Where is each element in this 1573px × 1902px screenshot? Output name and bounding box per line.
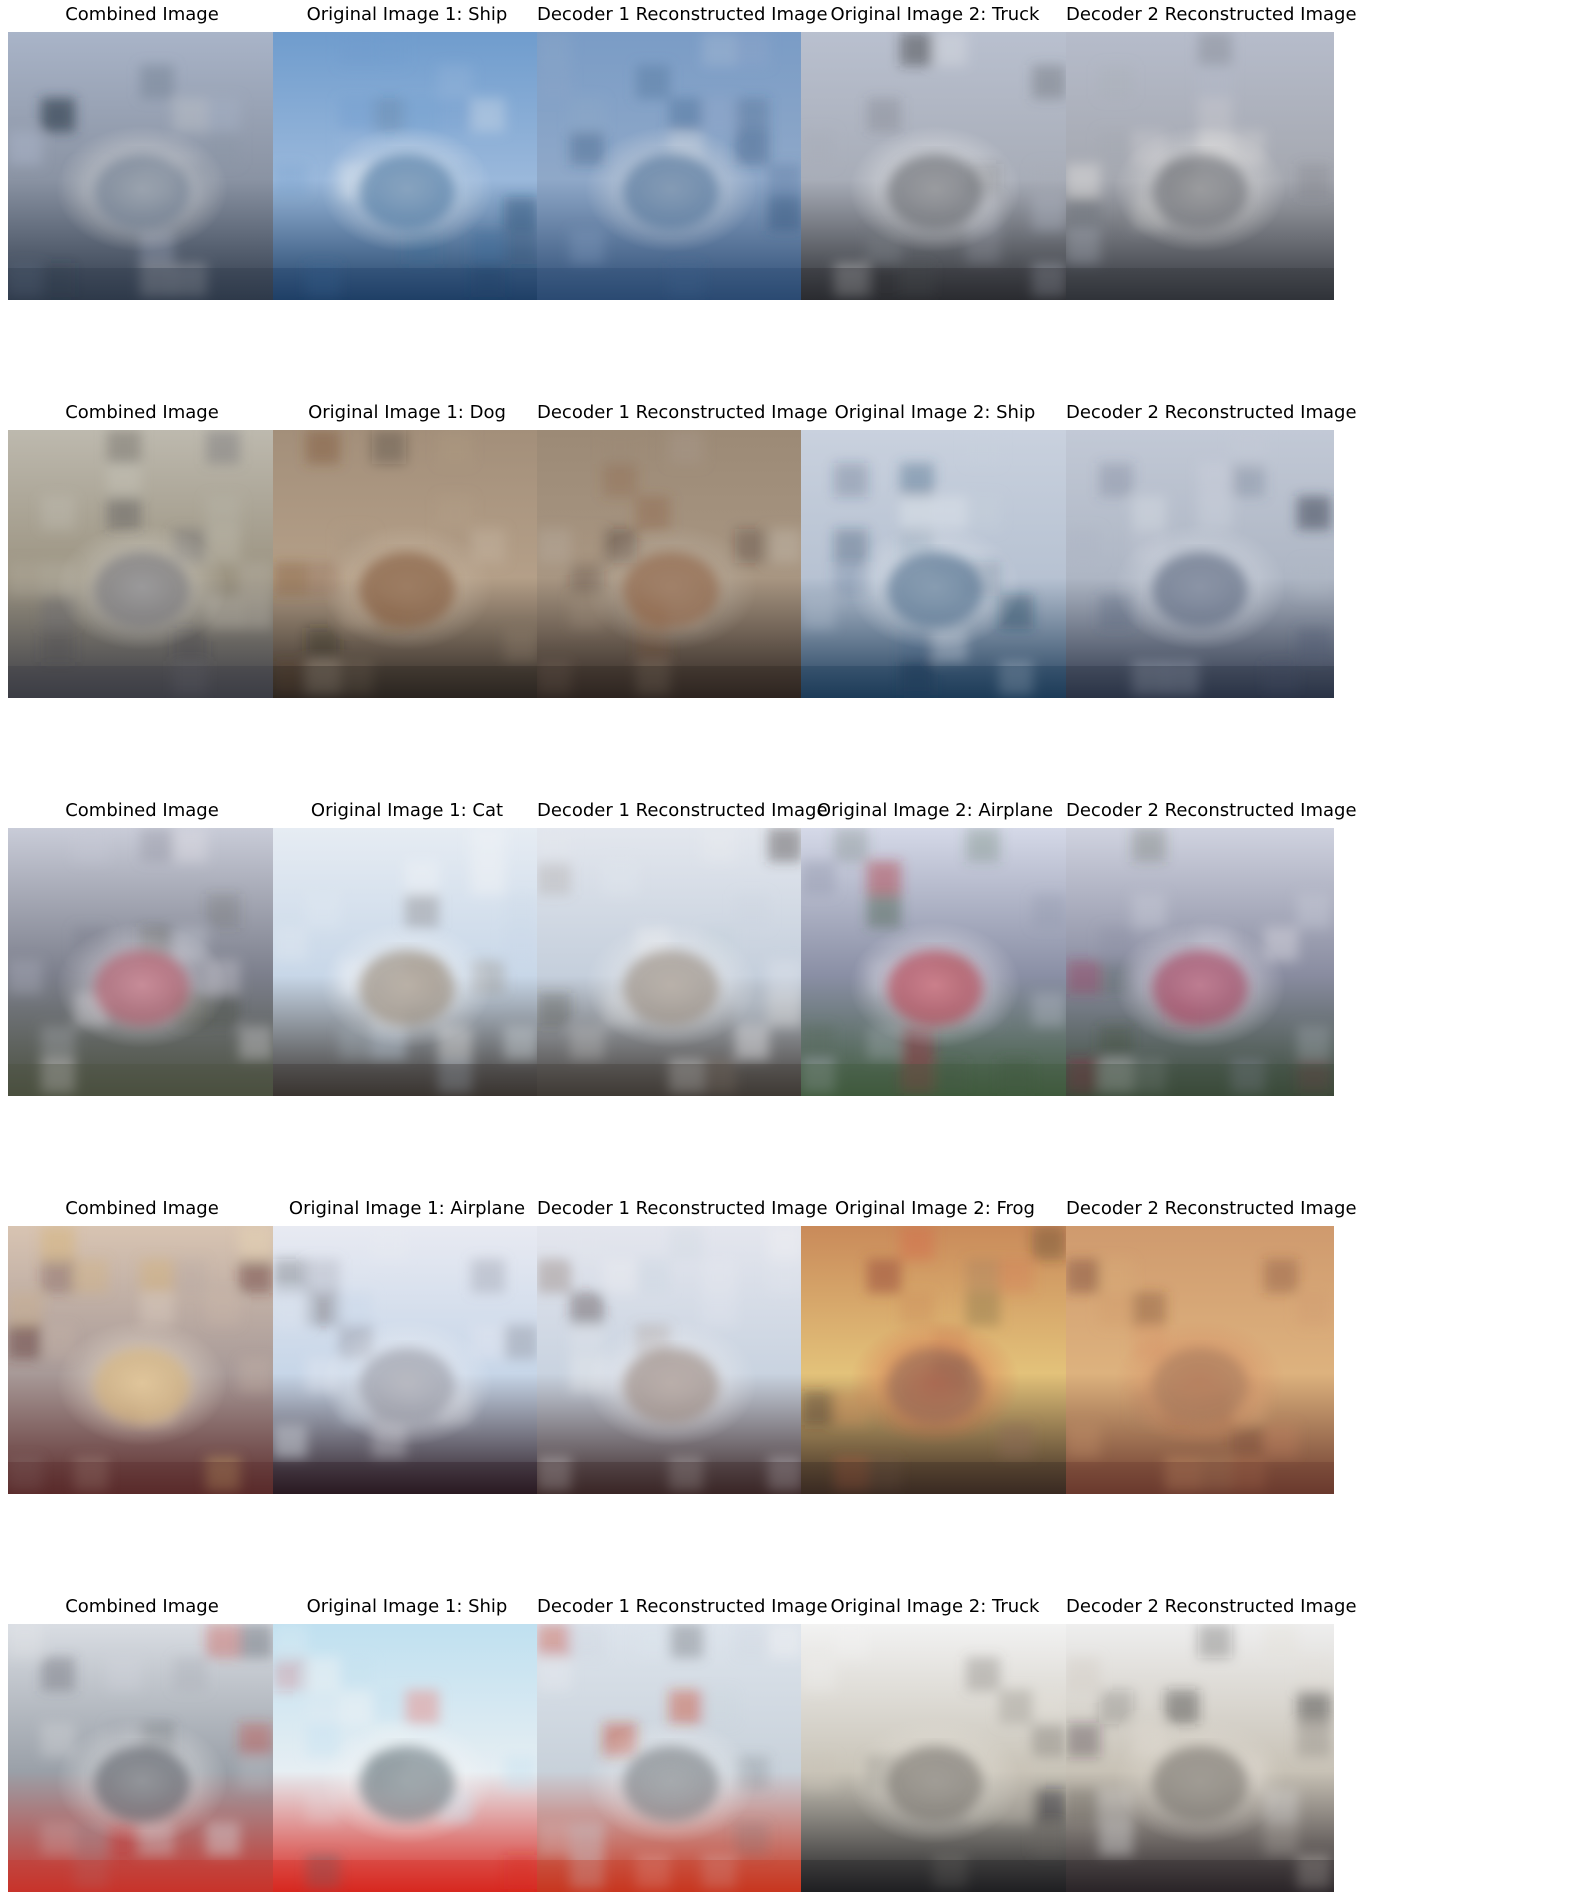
image-title: Decoder 1 Reconstructed Image <box>537 800 828 821</box>
blurry-ship-reconstruction-image <box>537 32 805 300</box>
grid-cell: Decoder 1 Reconstructed Image <box>537 1198 828 1494</box>
grid-cell: Original Image 2: Frog <box>801 1198 1069 1494</box>
image-title: Combined Image <box>65 1198 219 1219</box>
blurry-dog-reconstruction-image <box>537 430 805 698</box>
image-title: Original Image 2: Frog <box>835 1198 1035 1219</box>
grid-cell: Original Image 2: Airplane <box>801 800 1069 1096</box>
image-title: Original Image 1: Ship <box>306 1596 508 1617</box>
image-title: Decoder 1 Reconstructed Image <box>537 402 828 423</box>
image-title: Combined Image <box>65 1596 219 1617</box>
frog-on-colorful-ground-image <box>801 1226 1069 1494</box>
blurry-cat-reconstruction-image <box>537 828 805 1096</box>
small-airplane-on-grass-image <box>801 828 1069 1096</box>
grid-cell: Decoder 1 Reconstructed Image <box>537 1596 828 1892</box>
dog-lying-on-ground-image <box>273 430 541 698</box>
image-title: Decoder 2 Reconstructed Image <box>1066 800 1357 821</box>
grid-cell: Original Image 1: Dog <box>273 402 541 698</box>
grid-cell: Original Image 2: Truck <box>801 1596 1069 1892</box>
grid-cell: Combined Image <box>8 800 276 1096</box>
image-title: Original Image 1: Ship <box>306 4 508 25</box>
dark-airplane-in-sky-image <box>273 1226 541 1494</box>
grid-cell: Original Image 1: Ship <box>273 4 541 300</box>
grid-cell: Decoder 2 Reconstructed Image <box>1066 402 1357 698</box>
image-title: Decoder 1 Reconstructed Image <box>537 1198 828 1219</box>
grid-cell: Decoder 2 Reconstructed Image <box>1066 1198 1357 1494</box>
image-grid-figure: Combined Image Original Image 1: Ship Deco… <box>0 0 1573 1902</box>
image-title: Original Image 2: Truck <box>830 1596 1040 1617</box>
ship-and-truck-blend-image <box>8 1624 276 1892</box>
blurry-harbor-ship-reconstruction-image <box>1066 430 1334 698</box>
grid-cell: Combined Image <box>8 1198 276 1494</box>
blurry-frog-reconstruction-image <box>1066 1226 1334 1494</box>
tow-truck-image <box>801 1624 1069 1892</box>
grid-cell: Original Image 1: Airplane <box>273 1198 541 1494</box>
grid-cell: Combined Image <box>8 4 276 300</box>
image-title: Original Image 1: Airplane <box>288 1198 526 1219</box>
grid-cell: Combined Image <box>8 402 276 698</box>
image-title: Decoder 2 Reconstructed Image <box>1066 1596 1357 1617</box>
ship-in-harbor-image <box>801 430 1069 698</box>
blurry-airplane-reconstruction-image <box>1066 828 1334 1096</box>
image-title: Combined Image <box>65 4 219 25</box>
red-sailing-ship-image <box>273 1624 541 1892</box>
image-title: Decoder 2 Reconstructed Image <box>1066 402 1357 423</box>
image-title: Original Image 2: Airplane <box>816 800 1054 821</box>
grid-cell: Decoder 2 Reconstructed Image <box>1066 1596 1357 1892</box>
white-box-truck-image <box>801 32 1069 300</box>
image-title: Original Image 2: Ship <box>834 402 1036 423</box>
grid-cell: Original Image 2: Ship <box>801 402 1069 698</box>
blurry-red-ship-reconstruction-image <box>537 1624 805 1892</box>
airplane-and-frog-blend-image <box>8 1226 276 1494</box>
image-title: Decoder 1 Reconstructed Image <box>537 1596 828 1617</box>
grid-cell: Original Image 2: Truck <box>801 4 1069 300</box>
grid-cell: Original Image 1: Ship <box>273 1596 541 1892</box>
grid-cell: Combined Image <box>8 1596 276 1892</box>
grid-cell: Decoder 1 Reconstructed Image <box>537 4 828 300</box>
ship-and-truck-blend-image <box>8 32 276 300</box>
blurry-tow-truck-reconstruction-image <box>1066 1624 1334 1892</box>
image-title: Original Image 1: Cat <box>310 800 504 821</box>
blurry-truck-reconstruction-image <box>1066 32 1334 300</box>
image-title: Original Image 2: Truck <box>830 4 1040 25</box>
grid-cell: Decoder 1 Reconstructed Image <box>537 402 828 698</box>
grid-cell: Decoder 1 Reconstructed Image <box>537 800 828 1096</box>
blurry-dark-airplane-reconstruction-image <box>537 1226 805 1494</box>
grid-cell: Original Image 1: Cat <box>273 800 541 1096</box>
image-title: Decoder 2 Reconstructed Image <box>1066 1198 1357 1219</box>
sitting-cat-image <box>273 828 541 1096</box>
image-title: Decoder 2 Reconstructed Image <box>1066 4 1357 25</box>
image-title: Combined Image <box>65 800 219 821</box>
cat-and-airplane-blend-image <box>8 828 276 1096</box>
ship-at-sea-image <box>273 32 541 300</box>
dog-and-ship-blend-image <box>8 430 276 698</box>
image-title: Decoder 1 Reconstructed Image <box>537 4 828 25</box>
image-title: Combined Image <box>65 402 219 423</box>
grid-cell: Decoder 2 Reconstructed Image <box>1066 800 1357 1096</box>
image-title: Original Image 1: Dog <box>308 402 506 423</box>
grid-cell: Decoder 2 Reconstructed Image <box>1066 4 1357 300</box>
